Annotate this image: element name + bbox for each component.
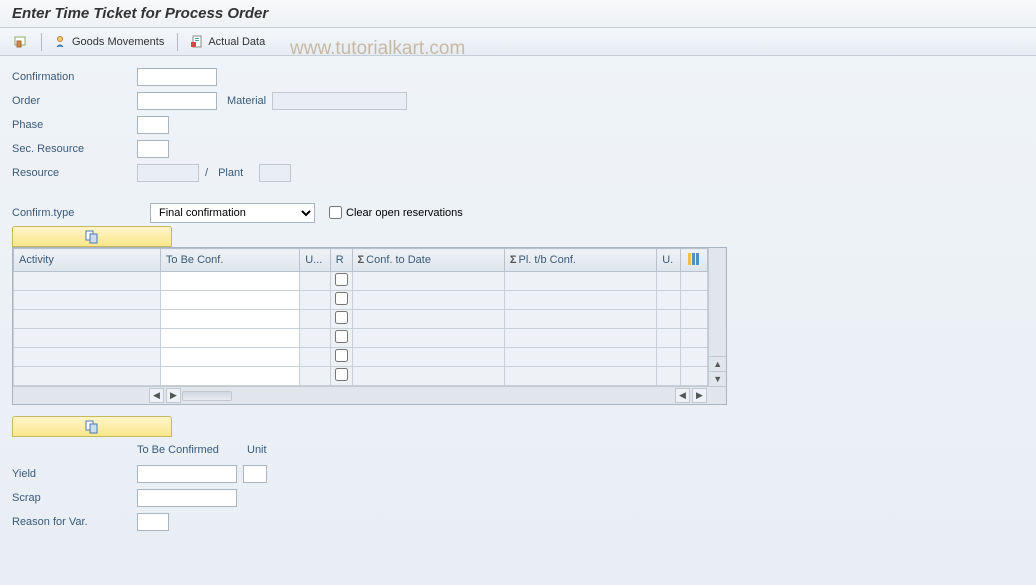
confirmation-input[interactable] (137, 68, 217, 86)
row-checkbox[interactable] (335, 368, 348, 381)
sec-resource-input[interactable] (137, 140, 169, 158)
content-area: Confirmation Order Material Phase Sec. R… (0, 56, 1036, 545)
to-be-confirmed-header: To Be Confirmed (137, 444, 247, 456)
actual-data-button[interactable]: Actual Data (185, 32, 271, 52)
detail-icon (14, 35, 28, 49)
row-checkbox[interactable] (335, 311, 348, 324)
col-pl-tb-conf[interactable]: ΣPl. t/b Conf. (504, 249, 656, 272)
plant-input (259, 164, 291, 182)
col-selector[interactable] (681, 249, 708, 272)
scroll-down-icon[interactable]: ▼ (709, 371, 726, 386)
goods-movements-button[interactable]: Goods Movements (49, 32, 170, 52)
material-label: Material (227, 95, 266, 107)
toolbar-detail-button[interactable] (8, 32, 34, 52)
col-r[interactable]: R (330, 249, 352, 272)
col-to-be-conf[interactable]: To Be Conf. (160, 249, 299, 272)
scrap-input[interactable] (137, 489, 237, 507)
scroll-thumb[interactable] (182, 391, 232, 401)
resource-input (137, 164, 199, 182)
copy-icon (85, 230, 99, 244)
scroll-right-end-icon[interactable]: ▶ (692, 388, 707, 403)
confirmation-label: Confirmation (12, 71, 137, 83)
table-toolbar-button[interactable] (12, 226, 172, 247)
scroll-left-icon[interactable]: ◀ (149, 388, 164, 403)
vertical-scrollbar[interactable]: ▲ ▼ (708, 248, 726, 386)
col-activity[interactable]: Activity (14, 249, 161, 272)
table-row[interactable] (14, 310, 708, 329)
scroll-left-end-icon[interactable]: ◀ (675, 388, 690, 403)
slash-label: / (205, 167, 208, 179)
plant-label: Plant (218, 167, 243, 179)
unit-header: Unit (247, 444, 267, 456)
scrap-label: Scrap (12, 492, 137, 504)
toolbar: Goods Movements Actual Data (0, 28, 1036, 56)
reason-for-var-input[interactable] (137, 513, 169, 531)
col-u2[interactable]: U. (657, 249, 681, 272)
confirm-type-select[interactable]: Final confirmation (150, 203, 315, 223)
clear-open-reservations-checkbox[interactable] (329, 206, 342, 219)
scroll-right-icon[interactable]: ▶ (166, 388, 181, 403)
activity-table: Activity To Be Conf. U... R ΣConf. to Da… (12, 247, 727, 405)
toolbar-separator (177, 33, 178, 51)
table-row[interactable] (14, 329, 708, 348)
reason-for-var-label: Reason for Var. (12, 516, 137, 528)
phase-input[interactable] (137, 116, 169, 134)
row-checkbox[interactable] (335, 349, 348, 362)
col-unit[interactable]: U... (300, 249, 331, 272)
goods-movements-label: Goods Movements (72, 36, 164, 48)
sum-icon: Σ (510, 254, 517, 266)
actual-data-label: Actual Data (208, 36, 265, 48)
toolbar-separator (41, 33, 42, 51)
document-icon (191, 35, 205, 49)
material-input (272, 92, 407, 110)
horizontal-scrollbar[interactable]: ◀ ▶ ◀ ▶ (13, 386, 726, 404)
copy-icon (85, 420, 99, 434)
table-settings-icon (687, 252, 701, 266)
bottom-toolbar-button[interactable] (12, 416, 172, 437)
scroll-up-icon[interactable]: ▲ (709, 356, 726, 371)
person-icon (55, 35, 69, 49)
row-checkbox[interactable] (335, 273, 348, 286)
row-checkbox[interactable] (335, 330, 348, 343)
clear-open-reservations-label: Clear open reservations (346, 207, 463, 219)
yield-unit-input[interactable] (243, 465, 267, 483)
resource-label: Resource (12, 167, 137, 179)
sec-resource-label: Sec. Resource (12, 143, 137, 155)
yield-input[interactable] (137, 465, 237, 483)
table-row[interactable] (14, 348, 708, 367)
order-label: Order (12, 95, 137, 107)
page-title: Enter Time Ticket for Process Order (0, 0, 1036, 28)
phase-label: Phase (12, 119, 137, 131)
table-row[interactable] (14, 291, 708, 310)
sum-icon: Σ (358, 254, 365, 266)
col-conf-to-date[interactable]: ΣConf. to Date (352, 249, 504, 272)
yield-label: Yield (12, 468, 137, 480)
order-input[interactable] (137, 92, 217, 110)
confirm-type-label: Confirm.type (12, 207, 150, 219)
row-checkbox[interactable] (335, 292, 348, 305)
table-row[interactable] (14, 272, 708, 291)
table-row[interactable] (14, 367, 708, 386)
